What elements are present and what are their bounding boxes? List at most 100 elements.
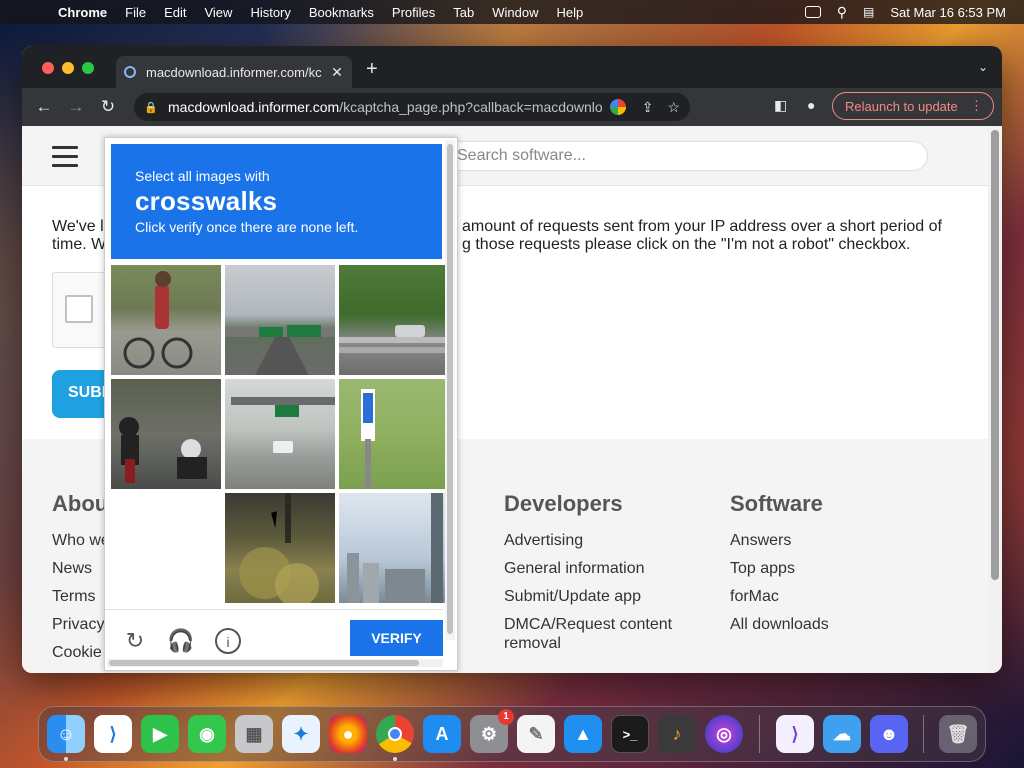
footer-link[interactable]: Answers: [730, 531, 829, 550]
captcha-challenge-popup: Select all images with crosswalks Click …: [104, 137, 458, 671]
footer-link[interactable]: Submit/Update app: [504, 587, 704, 606]
menubar-clock[interactable]: Sat Mar 16 6:53 PM: [890, 5, 1006, 20]
facetime-icon[interactable]: ▶: [141, 715, 179, 753]
audio-challenge-headphones-icon[interactable]: 🎧: [167, 628, 195, 656]
verify-button[interactable]: VERIFY: [350, 620, 443, 656]
captcha-vertical-scrollbar[interactable]: [445, 140, 455, 640]
profile-avatar-icon[interactable]: ●: [807, 97, 815, 113]
textedit-icon[interactable]: ✎: [517, 715, 555, 753]
spotlight-search-icon[interactable]: ⚲: [837, 4, 847, 21]
url-text[interactable]: macdownload.informer.com/kcaptcha_page.p…: [168, 99, 602, 115]
macos-dock: ☺ ⟩ ▶ ◉ ▦ ✦ ● A ⚙ 1 ✎ ▲ >_ ♪ ◎ ⟩ ☁ ☻ 🗑: [38, 706, 986, 762]
new-tab-plus-icon[interactable]: +: [366, 58, 378, 81]
menu-file[interactable]: File: [125, 5, 146, 20]
captcha-instructions: Select all images with crosswalks Click …: [111, 144, 442, 259]
side-panel-icon[interactable]: ◧: [774, 97, 787, 114]
captcha-tile-motorcycles[interactable]: [111, 379, 221, 489]
bicycle-photo: [123, 271, 193, 369]
highway-gantry-photo: [231, 397, 335, 453]
google-lens-icon[interactable]: [609, 99, 626, 115]
control-center-icon[interactable]: ▤: [863, 5, 874, 19]
reload-challenge-icon[interactable]: ↻: [121, 628, 149, 656]
not-a-robot-checkbox[interactable]: [65, 295, 93, 323]
footer-link[interactable]: General information: [504, 559, 704, 578]
trash-icon[interactable]: 🗑: [939, 715, 977, 753]
captcha-instruction-line1: Select all images with: [135, 168, 270, 184]
back-arrow-icon[interactable]: ←: [28, 97, 60, 117]
close-window-button[interactable]: [42, 62, 54, 74]
menu-help[interactable]: Help: [557, 5, 584, 20]
finder-icon[interactable]: ☺: [47, 715, 85, 753]
menu-view[interactable]: View: [204, 5, 232, 20]
hamburger-menu-icon[interactable]: [52, 146, 78, 173]
tab-search-chevron-icon[interactable]: ⌄: [978, 60, 988, 74]
captcha-tile-bike-sign[interactable]: [339, 379, 449, 489]
menu-app-name[interactable]: Chrome: [58, 5, 107, 20]
address-bar[interactable]: 🔒 macdownload.informer.com/kcaptcha_page…: [134, 93, 690, 121]
captcha-instruction-line3: Click verify once there are none left.: [135, 219, 359, 235]
menu-window[interactable]: Window: [492, 5, 538, 20]
highway-overpass-photo: [225, 325, 335, 375]
finder-running-dot: [64, 757, 68, 761]
more-menu-icon[interactable]: ⋮: [970, 98, 983, 114]
tab-close-icon[interactable]: ✕: [330, 64, 344, 81]
captcha-horizontal-scrollbar[interactable]: [107, 659, 443, 667]
share-icon[interactable]: ⇪: [642, 99, 654, 116]
app-store-icon[interactable]: A: [423, 715, 461, 753]
zoom-window-button[interactable]: [82, 62, 94, 74]
footer-link[interactable]: DMCA/Request content removal: [504, 615, 704, 653]
url-path: /kcaptcha_page.php?callback=macdownload.…: [339, 99, 602, 115]
discord-icon[interactable]: ☻: [870, 715, 908, 753]
captcha-tile-bicycle[interactable]: [111, 265, 221, 375]
captcha-tile-highway-sign[interactable]: [225, 265, 335, 375]
reload-icon[interactable]: ↻: [92, 97, 124, 117]
screen-mirroring-icon[interactable]: [804, 6, 821, 18]
footer-link[interactable]: Top apps: [730, 559, 829, 578]
footer-developers-column: Developers Advertising General informati…: [504, 491, 704, 662]
terminal-icon[interactable]: >_: [611, 715, 649, 753]
weather-icon[interactable]: ☁: [823, 715, 861, 753]
captcha-tile-guardrail[interactable]: [339, 265, 449, 375]
guardrail-trees-photo: [339, 325, 449, 353]
page-scrollbar[interactable]: [988, 126, 1002, 673]
help-info-icon[interactable]: i: [215, 628, 241, 654]
tab-favicon-icon: [124, 66, 136, 78]
launchpad-icon[interactable]: ▦: [235, 715, 273, 753]
relaunch-label: Relaunch to update: [845, 98, 958, 114]
captcha-divider: [105, 609, 443, 610]
captcha-tile-highway-gantry[interactable]: [225, 379, 335, 489]
bookmark-star-icon[interactable]: ☆: [667, 99, 680, 116]
relaunch-to-update-button[interactable]: Relaunch to update ⋮: [832, 92, 994, 120]
captcha-target-object: crosswalks: [135, 186, 278, 216]
safari-icon[interactable]: ✦: [282, 715, 320, 753]
firefox-icon[interactable]: ●: [329, 715, 367, 753]
visual-studio-icon[interactable]: ⟩: [776, 715, 814, 753]
dock-divider: [923, 715, 924, 753]
captcha-tile-city-skyline[interactable]: [339, 493, 449, 603]
menu-history[interactable]: History: [250, 5, 290, 20]
messages-icon[interactable]: ◉: [188, 715, 226, 753]
menu-bookmarks[interactable]: Bookmarks: [309, 5, 374, 20]
browser-toolbar: ← → ↻ 🔒 macdownload.informer.com/kcaptch…: [22, 88, 1002, 126]
vscode-icon[interactable]: ⟩: [94, 715, 132, 753]
site-search-input[interactable]: Search software...: [442, 141, 928, 171]
lock-icon[interactable]: 🔒: [144, 101, 158, 114]
footer-link[interactable]: forMac: [730, 587, 829, 606]
keynote-icon[interactable]: ▲: [564, 715, 602, 753]
active-tab[interactable]: macdownload.informer.com/kc ✕: [116, 56, 352, 88]
minimize-window-button[interactable]: [62, 62, 74, 74]
message-right-line2: g those requests please click on the "I'…: [462, 236, 911, 253]
forward-arrow-icon[interactable]: →: [60, 97, 92, 117]
menu-edit[interactable]: Edit: [164, 5, 186, 20]
city-skyline-photo: [347, 493, 443, 603]
notification-badge: 1: [498, 709, 514, 725]
menu-tab[interactable]: Tab: [453, 5, 474, 20]
footer-link[interactable]: Advertising: [504, 531, 704, 550]
menu-profiles[interactable]: Profiles: [392, 5, 435, 20]
footer-link[interactable]: All downloads: [730, 615, 829, 634]
system-settings-icon[interactable]: ⚙ 1: [470, 709, 514, 753]
garageband-icon[interactable]: ♪: [658, 715, 696, 753]
chrome-icon[interactable]: [376, 715, 414, 753]
url-domain: macdownload.informer.com: [168, 99, 340, 115]
siri-icon[interactable]: ◎: [705, 715, 743, 753]
